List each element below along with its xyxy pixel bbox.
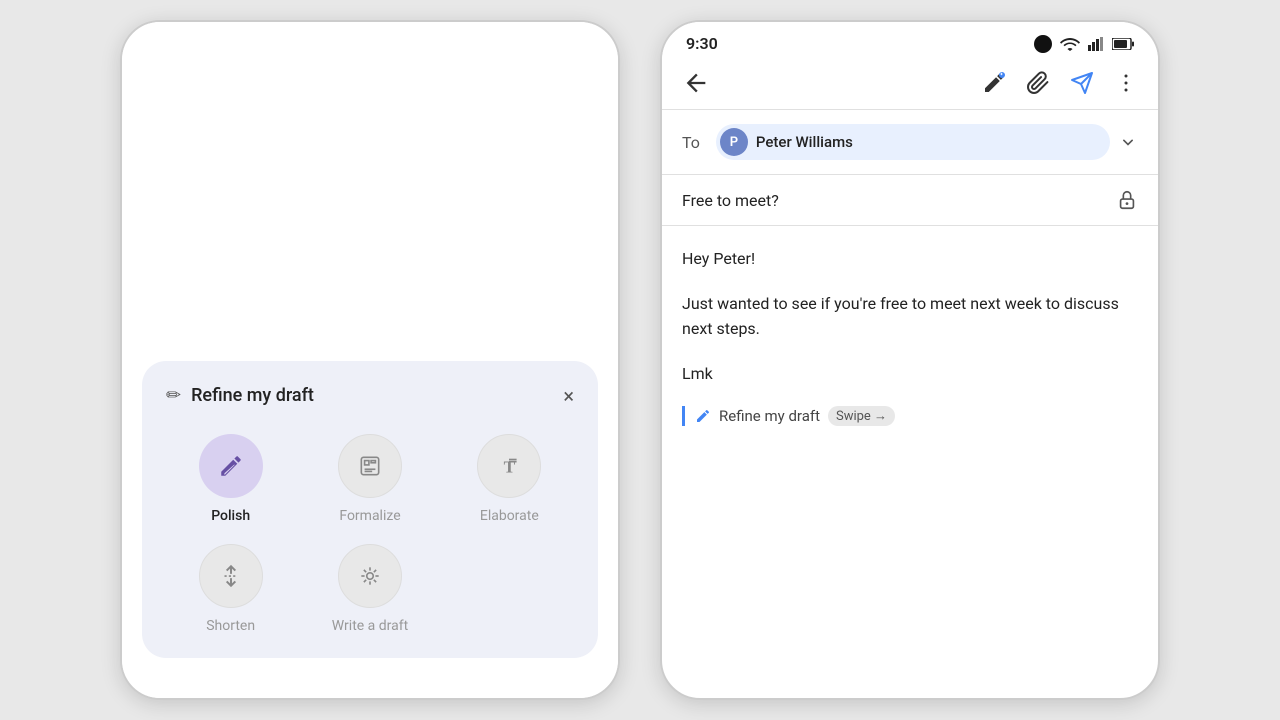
subject-field: Free to meet? [662, 175, 1158, 226]
refine-inline-text[interactable]: Refine my draft [719, 407, 820, 425]
more-options-icon[interactable] [1114, 71, 1138, 95]
back-button[interactable] [682, 69, 710, 97]
polish-icon [218, 453, 244, 479]
refine-option-shorten[interactable]: Shorten [166, 544, 295, 634]
polish-label: Polish [211, 508, 250, 524]
battery-icon [1112, 38, 1134, 50]
elaborate-icon-bg: T [477, 434, 541, 498]
toolbar-right [982, 71, 1138, 95]
body-sign: Lmk [682, 361, 1138, 387]
refine-close-button[interactable]: × [563, 386, 574, 406]
shorten-icon [218, 563, 244, 589]
status-icons [1034, 35, 1134, 53]
to-field: To P Peter Williams [662, 110, 1158, 175]
app-container: ✏ Refine my draft × Polish [0, 0, 1280, 720]
subject-text[interactable]: Free to meet? [682, 191, 1116, 210]
signal-icon [1088, 37, 1104, 51]
lock-icon [1116, 189, 1138, 211]
elaborate-label: Elaborate [480, 508, 539, 524]
refine-option-write-draft[interactable]: Write a draft [305, 544, 434, 634]
to-label: To [682, 133, 700, 152]
email-body[interactable]: Hey Peter! Just wanted to see if you're … [662, 226, 1158, 698]
refine-option-polish[interactable]: Polish [166, 434, 295, 524]
refine-options-grid: Polish Formal [166, 434, 574, 634]
email-content: To P Peter Williams Free to meet? [662, 110, 1158, 698]
ai-pen-icon[interactable] [982, 71, 1006, 95]
svg-text:T: T [504, 458, 516, 477]
shorten-label: Shorten [206, 618, 255, 634]
formalize-label: Formalize [339, 508, 400, 524]
recipient-chip[interactable]: P Peter Williams [716, 124, 1110, 160]
camera-dot [1034, 35, 1052, 53]
send-button[interactable] [1070, 71, 1094, 95]
refine-option-elaborate[interactable]: T Elaborate [445, 434, 574, 524]
refine-title-group: ✏ Refine my draft [166, 385, 314, 406]
email-toolbar [662, 61, 1158, 109]
chevron-down-icon[interactable] [1118, 132, 1138, 152]
phone-right: 9:30 [660, 20, 1160, 700]
attachment-icon[interactable] [1026, 71, 1050, 95]
recipient-avatar: P [720, 128, 748, 156]
refine-inline-icon [695, 408, 711, 424]
body-paragraph: Just wanted to see if you're free to mee… [682, 291, 1138, 342]
body-greeting: Hey Peter! [682, 246, 1138, 272]
swipe-badge: Swipe → [828, 406, 895, 426]
refine-title-icon: ✏ [166, 385, 181, 406]
formalize-icon [357, 453, 383, 479]
formalize-icon-bg [338, 434, 402, 498]
status-time: 9:30 [686, 34, 718, 53]
recipient-name: Peter Williams [756, 133, 853, 151]
refine-panel: ✏ Refine my draft × Polish [142, 361, 598, 658]
refine-option-formalize[interactable]: Formalize [305, 434, 434, 524]
refine-cursor-line: Refine my draft Swipe → [682, 406, 1138, 426]
phone-left: ✏ Refine my draft × Polish [120, 20, 620, 700]
shorten-icon-bg [199, 544, 263, 608]
write-draft-label: Write a draft [332, 618, 408, 634]
write-draft-icon-bg [338, 544, 402, 608]
elaborate-icon: T [496, 453, 522, 479]
status-bar: 9:30 [662, 22, 1158, 61]
wifi-icon [1060, 37, 1080, 51]
toolbar-left [682, 69, 710, 97]
refine-panel-title: Refine my draft [191, 385, 314, 406]
write-draft-icon [357, 563, 383, 589]
refine-header: ✏ Refine my draft × [166, 385, 574, 406]
polish-icon-bg [199, 434, 263, 498]
